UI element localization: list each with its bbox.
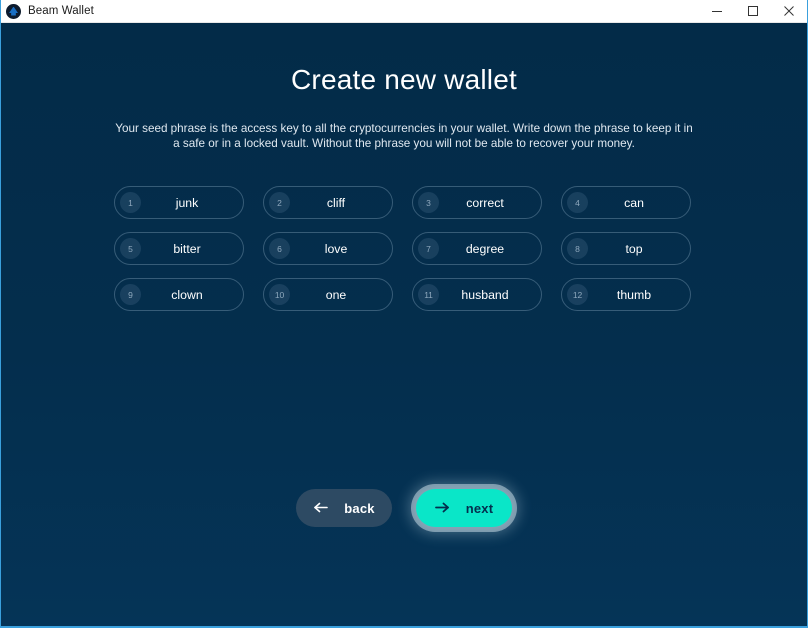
seed-word-text: husband [461,287,509,302]
seed-word-item: 1 junk [114,186,244,219]
seed-word-item: 2 cliff [263,186,393,219]
arrow-left-icon [313,501,329,516]
seed-word-text: thumb [616,287,652,302]
seed-word-number: 5 [120,238,141,259]
window-title: Beam Wallet [28,5,94,17]
seed-word-number: 2 [269,192,290,213]
seed-word-number: 9 [120,284,141,305]
seed-word-text: bitter [173,241,201,256]
next-button-label: next [465,500,494,516]
seed-word-item: 7 degree [412,232,542,265]
next-button[interactable]: next [416,489,512,527]
seed-word-item: 9 clown [114,278,244,311]
arrow-right-icon [434,501,450,516]
back-button-label: back [344,500,375,516]
seed-word-number: 6 [269,238,290,259]
seed-word-item: 12 thumb [561,278,691,311]
seed-word-text: top [625,241,643,256]
seed-word-number: 3 [418,192,439,213]
seed-word-item: 8 top [561,232,691,265]
seed-word-text: clown [171,287,203,302]
seed-word-text: cliff [326,195,346,210]
seed-word-number: 7 [418,238,439,259]
seed-word-item: 11 husband [412,278,542,311]
seed-word-item: 5 bitter [114,232,244,265]
page-title: Create new wallet [291,64,517,95]
back-button[interactable]: back [296,489,392,527]
seed-word-item: 10 one [263,278,393,311]
seed-word-text: can [624,195,644,210]
action-buttons: back next [1,489,807,527]
application-window: Beam Wallet Create new wallet Your seed … [0,0,808,628]
close-icon[interactable] [771,0,807,22]
seed-word-number: 1 [120,192,141,213]
minimize-icon[interactable] [699,0,735,22]
seed-word-text: junk [175,195,199,210]
seed-word-text: love [324,241,348,256]
window-controls [699,0,807,22]
seed-word-item: 6 love [263,232,393,265]
seed-word-number: 4 [567,192,588,213]
seed-word-number: 8 [567,238,588,259]
seed-word-number: 12 [567,284,588,305]
seed-word-text: one [325,287,347,302]
beam-logo-icon [6,3,21,19]
seed-word-number: 10 [269,284,290,305]
seed-word-item: 4 can [561,186,691,219]
seed-word-text: degree [465,241,505,256]
title-bar: Beam Wallet [1,0,807,23]
seed-word-item: 3 correct [412,186,542,219]
seed-phrase-grid: 1 junk 2 cliff 3 correct 4 can 5 bitter … [114,186,694,311]
wallet-content: Create new wallet Your seed phrase is th… [1,23,807,626]
seed-word-text: correct [466,195,504,210]
maximize-icon[interactable] [735,0,771,22]
seed-phrase-description: Your seed phrase is the access key to al… [115,122,693,150]
title-bar-left: Beam Wallet [1,3,94,19]
seed-word-number: 11 [418,284,439,305]
